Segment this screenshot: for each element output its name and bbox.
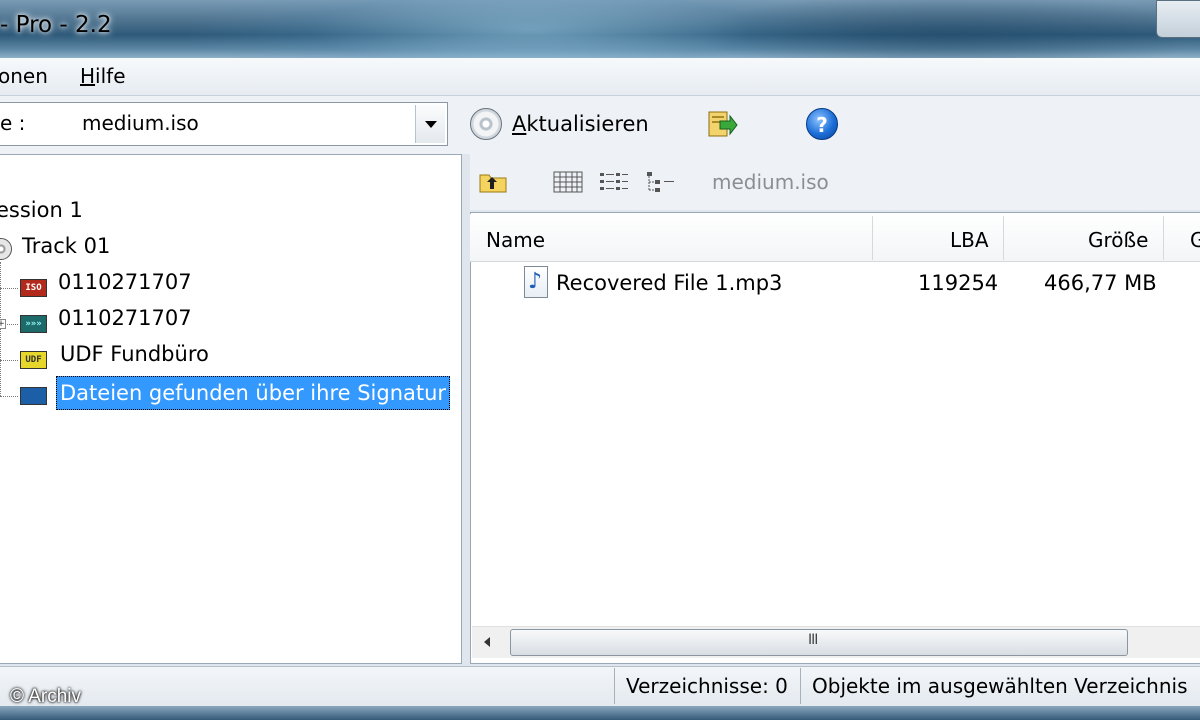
close-button[interactable] [1156, 0, 1200, 38]
list-view-icon[interactable] [598, 170, 630, 194]
disc-icon [470, 108, 502, 140]
desktop-strip [0, 706, 1200, 720]
scroll-left-icon[interactable] [472, 628, 506, 656]
column-divider[interactable] [1163, 216, 1164, 260]
column-header-size[interactable]: Größe [1088, 228, 1148, 252]
details-view-icon[interactable] [552, 170, 584, 194]
refresh-accelerator: A [512, 112, 527, 136]
column-header-lba[interactable]: LBA [950, 228, 989, 252]
tree-connector [0, 360, 18, 361]
drive-select[interactable]: e : medium.iso [0, 102, 448, 146]
tree-item-track[interactable]: Track 01 [22, 234, 110, 258]
file-lba: 119254 [918, 271, 999, 295]
menu-item-hilfe[interactable]: Hilfe [80, 64, 126, 88]
file-size: 466,77 MB [1044, 271, 1157, 295]
tree-item-signature-files[interactable]: Dateien gefunden über ihre Signatur [56, 376, 451, 410]
refresh-label: ktualisieren [526, 112, 649, 136]
menu-bar: onen Hilfe [0, 58, 1200, 96]
tree-item-data[interactable]: 0110271707 [58, 306, 192, 330]
chevron-down-icon[interactable] [415, 105, 445, 143]
tree-connector [0, 396, 18, 397]
tree-item-session[interactable]: ession 1 [0, 198, 83, 222]
scrollbar-grip: III [808, 632, 818, 648]
title-bar: - Pro - 2.2 [0, 0, 1200, 58]
tree-view-icon[interactable] [644, 170, 676, 194]
tree-connector [0, 262, 1, 396]
status-directories: Verzeichnisse: 0 [626, 674, 788, 698]
signature-files-icon [20, 387, 47, 405]
folder-up-icon[interactable] [478, 170, 508, 194]
watermark: © Archiv [10, 686, 82, 707]
column-divider[interactable] [872, 216, 873, 260]
help-icon[interactable]: ? [806, 108, 838, 140]
status-divider [800, 668, 801, 704]
column-divider[interactable] [1003, 216, 1004, 260]
column-header-name[interactable]: Name [486, 228, 545, 252]
udf-icon: UDF [20, 351, 47, 369]
scrollbar-thumb[interactable] [510, 629, 1128, 656]
export-icon[interactable] [706, 109, 738, 139]
tree-expander[interactable]: + [0, 319, 6, 329]
tree-item-iso[interactable]: 0110271707 [58, 270, 192, 294]
column-header-more[interactable]: G [1190, 228, 1200, 252]
drive-label: e : [0, 111, 26, 135]
iso-icon: ISO [20, 279, 47, 297]
current-path: medium.iso [712, 170, 829, 194]
tree-item-udf[interactable]: UDF Fundbüro [60, 342, 209, 366]
refresh-button[interactable]: Aktualisieren [470, 106, 649, 142]
session-data-icon: »»» [20, 315, 47, 333]
drive-select-value: medium.iso [82, 111, 199, 135]
status-divider [614, 668, 615, 704]
audio-file-icon [524, 266, 548, 298]
tree-connector [0, 288, 18, 289]
file-name[interactable]: Recovered File 1.mp3 [556, 271, 782, 295]
window-title: - Pro - 2.2 [0, 12, 112, 38]
menu-item-optionen[interactable]: onen [0, 64, 48, 88]
status-objects: Objekte im ausgewählten Verzeichnis [812, 674, 1188, 698]
